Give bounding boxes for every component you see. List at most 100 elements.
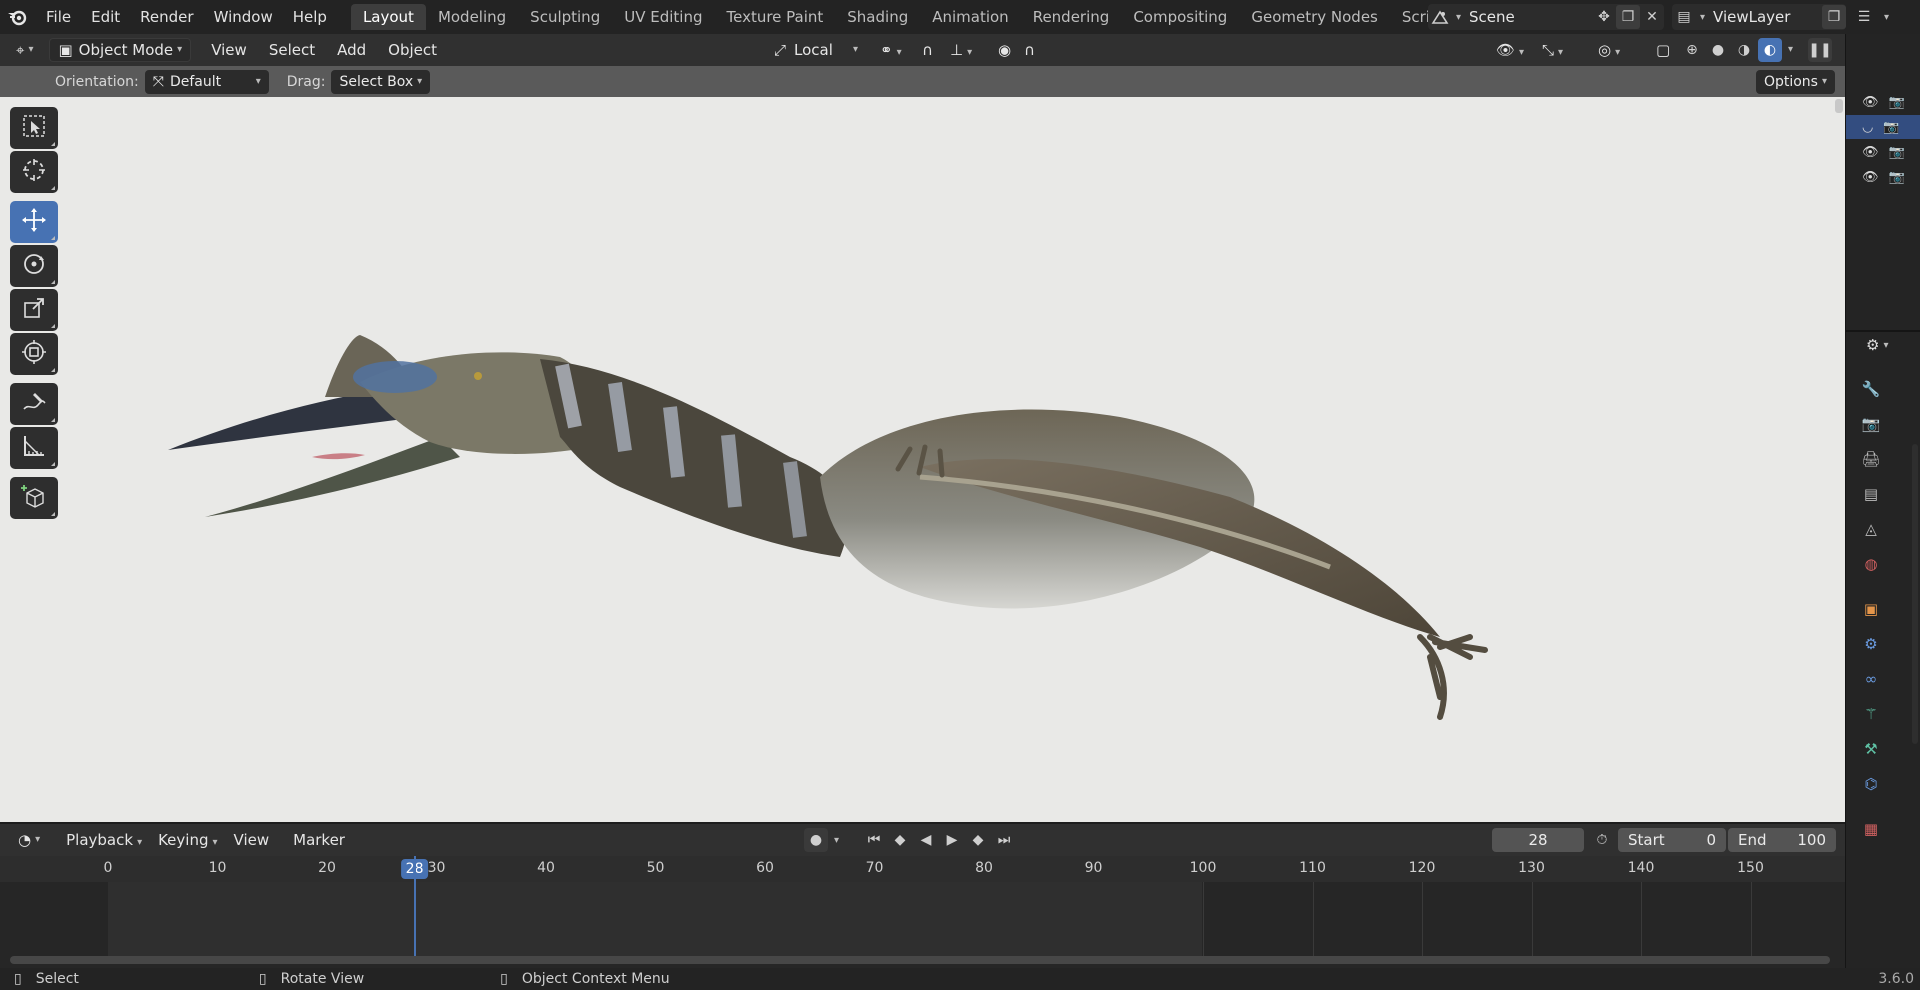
area-divider[interactable] [1846,330,1920,332]
gizmo-button[interactable]: ⤡ ▾ [1534,38,1571,62]
menu-edit[interactable]: Edit [81,0,130,34]
properties-editor-type[interactable]: ⚙ ▾ [1866,336,1888,354]
end-frame-field[interactable]: End 100 [1728,828,1836,852]
marker-menu[interactable]: Marker [285,828,353,852]
rotate-tool[interactable] [10,245,58,287]
tab-rendering[interactable]: Rendering [1021,4,1122,30]
tab-shading[interactable]: Shading [835,4,920,30]
camera-icon[interactable]: 📷 [1883,120,1899,135]
pause-render-icon[interactable]: ❚❚ [1808,38,1832,62]
eye-icon[interactable]: 👁 [1862,95,1879,110]
view-layer-tab-icon[interactable]: ▤ [1858,481,1884,507]
view-layer-name[interactable]: ViewLayer [1705,8,1790,26]
orientation-dropdown[interactable]: ⤧ Default ▾ [144,69,269,94]
menu-help[interactable]: Help [283,0,337,34]
timeline-editor-type[interactable]: ◔ ▾ [10,828,48,852]
outliner-row[interactable]: 👁 📷 [1846,140,1920,164]
stopwatch-icon[interactable]: ⏱ [1590,828,1614,852]
camera-icon[interactable]: 📷 [1889,145,1905,160]
menu-select[interactable]: Select [261,38,323,62]
prev-keyframe-icon[interactable]: ◆ [888,828,912,852]
snap-button[interactable]: ∩ [914,38,941,62]
new-view-layer-icon[interactable]: ❐ [1822,5,1846,29]
wireframe-shading-icon[interactable]: ⊕ [1680,38,1704,62]
object-tab-icon[interactable]: ▣ [1858,596,1884,622]
eye-icon[interactable]: 👁 [1862,170,1879,185]
rendered-shading-icon[interactable]: ◐ [1758,38,1782,62]
start-frame-field[interactable]: Start 0 [1618,828,1726,852]
tab-sculpting[interactable]: Sculpting [518,4,612,30]
current-frame-field[interactable]: 28 [1492,828,1584,852]
tab-compositing[interactable]: Compositing [1121,4,1239,30]
playback-menu[interactable]: Playback ▾ [58,828,150,852]
pivot-point-button[interactable]: ⚭ ▾ [872,38,910,62]
timeline-area[interactable]: 010203040506070809010011012013014015028 [0,856,1845,974]
outliner-row[interactable]: 👁 📷 [1846,165,1920,189]
measure-tool[interactable] [10,427,58,469]
menu-window[interactable]: Window [204,0,283,34]
mode-dropdown[interactable]: ▣ Object Mode ▾ [49,38,192,62]
next-keyframe-icon[interactable]: ◆ [966,828,990,852]
snap-target-button[interactable]: ⊥ ▾ [942,38,980,62]
pterosaur-model[interactable] [0,97,1845,822]
select-box-tool[interactable] [10,107,58,149]
pin-icon[interactable]: ✥ [1592,5,1616,29]
timeline-view-menu[interactable]: View [226,828,278,852]
keying-menu[interactable]: Keying ▾ [150,828,225,852]
menu-file[interactable]: File [36,0,81,34]
proportional-edit-button[interactable]: ◉ [990,38,1019,62]
transform-orientation-dropdown[interactable]: ⤢ Local ▾ [766,38,866,62]
constraints-tab-icon[interactable]: ⚒ [1858,736,1884,762]
tool-tab-icon[interactable]: 🔧 [1858,376,1884,402]
visibility-button[interactable]: 👁 ▾ [1488,38,1532,62]
falloff-button[interactable]: ∩ [1016,38,1043,62]
jump-start-icon[interactable]: ⏮ [862,828,886,852]
drag-dropdown[interactable]: Select Box ▾ [331,69,431,94]
editor-type-button[interactable]: ⌖ ▾ [8,38,41,62]
add-cube-tool[interactable] [10,477,58,519]
cursor-tool[interactable] [10,151,58,193]
xray-button[interactable]: ▢ [1648,38,1678,62]
play-icon[interactable]: ▶ [940,828,964,852]
menu-render[interactable]: Render [130,0,203,34]
world-tab-icon[interactable]: ◍ [1858,551,1884,577]
particles-tab-icon[interactable]: ∞ [1858,666,1884,692]
eye-icon[interactable]: 👁 [1862,145,1879,160]
3d-viewport[interactable] [0,97,1845,822]
solid-shading-icon[interactable]: ● [1706,38,1730,62]
outliner-icon[interactable]: ☰ [1852,5,1876,29]
view-layer-selector[interactable]: ▤ ▾ ViewLayer ❐ [1672,4,1846,30]
physics-tab-icon[interactable]: ⚚ [1858,701,1884,727]
tab-texture-paint[interactable]: Texture Paint [714,4,835,30]
annotate-tool[interactable] [10,383,58,425]
options-dropdown[interactable]: Options ▾ [1755,69,1835,94]
scale-tool[interactable] [10,289,58,331]
camera-icon[interactable]: 📷 [1889,170,1905,185]
tab-animation[interactable]: Animation [920,4,1020,30]
tab-layout[interactable]: Layout [350,4,426,30]
menu-add[interactable]: Add [329,38,374,62]
play-reverse-icon[interactable]: ◀ [914,828,938,852]
outliner-row[interactable]: ◡ 📷 [1846,115,1920,139]
viewport-scroll-handle[interactable] [1835,99,1843,113]
scene-tab-icon[interactable]: ◬ [1858,516,1884,542]
properties-scrollbar[interactable] [1912,444,1918,744]
record-icon[interactable]: ● [804,828,828,852]
overlays-button[interactable]: ◎ ▾ [1590,38,1628,62]
close-icon[interactable]: ✕ [1640,5,1664,29]
transform-tool[interactable] [10,333,58,375]
scene-name[interactable]: Scene [1461,8,1515,26]
blender-logo-icon[interactable] [0,0,36,34]
material-shading-icon[interactable]: ◑ [1732,38,1756,62]
playhead[interactable] [413,856,416,964]
tab-modeling[interactable]: Modeling [426,4,518,30]
new-scene-icon[interactable]: ❐ [1616,5,1640,29]
camera-icon[interactable]: 📷 [1889,95,1905,110]
move-tool[interactable] [10,201,58,243]
menu-object[interactable]: Object [380,38,445,62]
modifier-tab-icon[interactable]: ⚙ [1858,631,1884,657]
timeline-ruler[interactable]: 010203040506070809010011012013014015028 [0,856,1845,882]
render-tab-icon[interactable]: 📷 [1858,411,1884,437]
eye-closed-icon[interactable]: ◡ [1862,120,1873,135]
outliner-row[interactable]: 👁 📷 [1846,90,1920,114]
